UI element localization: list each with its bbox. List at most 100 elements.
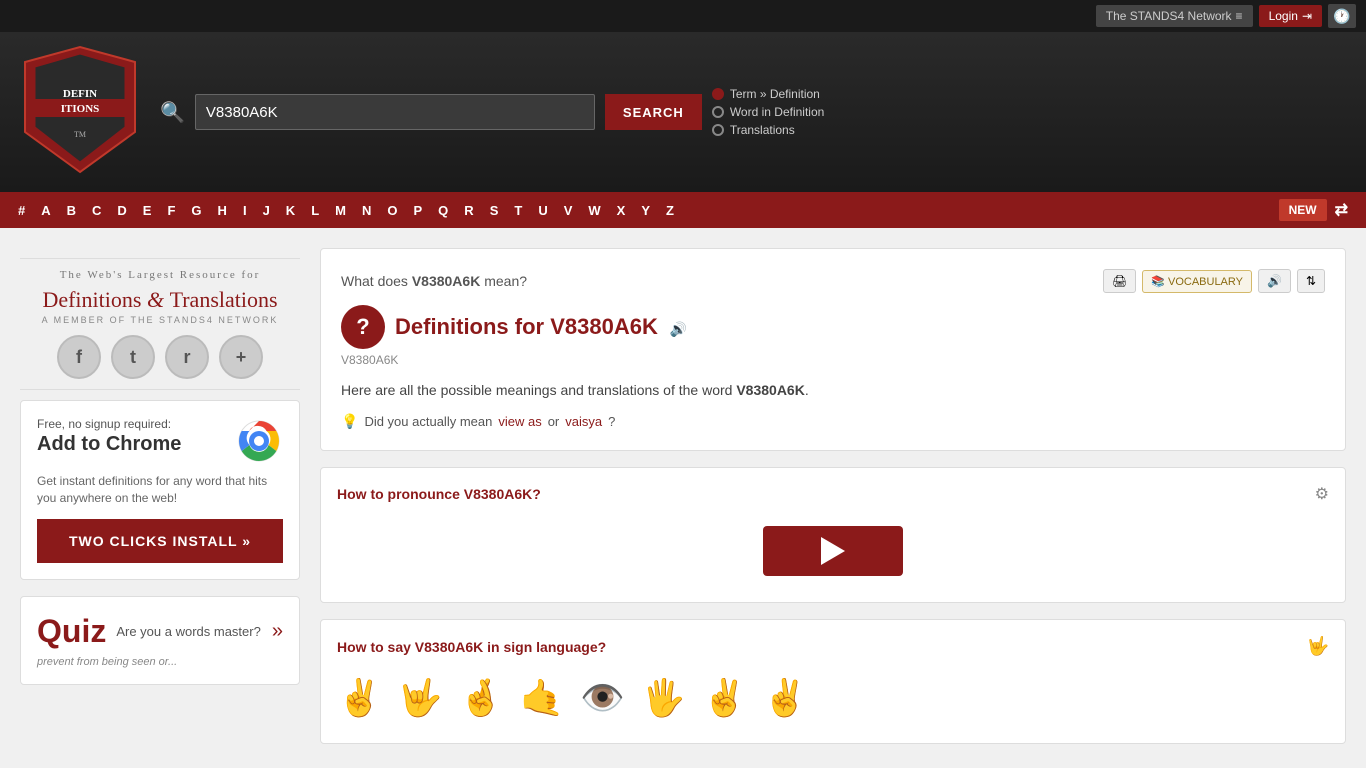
quiz-arrow-icon[interactable]: »: [272, 620, 283, 643]
sign-hand-4: 🤙: [519, 677, 564, 719]
nav-y[interactable]: Y: [633, 192, 658, 228]
translate-button[interactable]: ⇅: [1297, 269, 1325, 293]
radio-translations: [712, 124, 724, 136]
nav-v[interactable]: V: [556, 192, 581, 228]
pron-card-header: How to pronounce V8380A6K? ⚙: [337, 484, 1329, 504]
radio-term: [712, 88, 724, 100]
quiz-question: Are you a words master?: [116, 624, 262, 639]
nav-c[interactable]: C: [84, 192, 109, 228]
login-button[interactable]: Login ⇥: [1259, 5, 1322, 27]
sign-hand-7: ✌️: [702, 677, 747, 719]
rd-letter: r: [183, 347, 190, 368]
def-title-row: ? Definitions for V8380A6K 🔊: [341, 305, 1325, 349]
nav-new[interactable]: NEW: [1279, 199, 1327, 221]
nav-i[interactable]: I: [235, 192, 255, 228]
tw-letter: t: [130, 347, 136, 368]
nav-b[interactable]: B: [59, 192, 84, 228]
svg-text:ITIONS: ITIONS: [61, 103, 100, 115]
nav-r[interactable]: R: [456, 192, 481, 228]
search-button[interactable]: SEARCH: [605, 94, 702, 130]
search-area: 🔍 SEARCH Term » Definition Word in Defin…: [160, 87, 1346, 137]
nav-o[interactable]: O: [379, 192, 405, 228]
suggestion-qmark: ?: [608, 414, 615, 429]
chrome-logo-icon: [235, 417, 283, 465]
quiz-label: Quiz: [37, 613, 106, 650]
nav-w[interactable]: W: [580, 192, 608, 228]
chrome-card-desc: Get instant definitions for any word tha…: [37, 473, 283, 507]
search-option-translations[interactable]: Translations: [712, 123, 825, 137]
nav-d[interactable]: D: [109, 192, 134, 228]
reddit-icon[interactable]: r: [165, 335, 209, 379]
chrome-card-top: Free, no signup required: Add to Chrome: [37, 417, 283, 465]
sign-hand-5: 👁️: [580, 677, 625, 719]
search-option-word[interactable]: Word in Definition: [712, 105, 825, 119]
sign-hand-1: ✌️: [337, 677, 382, 719]
chrome-card: Free, no signup required: Add to Chrome …: [20, 400, 300, 580]
def-card-actions: 🖨 📚 VOCABULARY 🔊 ⇅: [1103, 269, 1325, 293]
nav-t[interactable]: T: [506, 192, 530, 228]
sign-hand-6: 🖐️: [641, 677, 686, 719]
nav-g[interactable]: G: [183, 192, 209, 228]
main: The Web's Largest Resource for Definitio…: [0, 228, 1366, 764]
pronunciation-card: How to pronounce V8380A6K? ⚙: [320, 467, 1346, 603]
nav-u[interactable]: U: [530, 192, 555, 228]
def-subtitle: V8380A6K: [341, 353, 1325, 367]
nav-k[interactable]: K: [278, 192, 303, 228]
play-button[interactable]: [763, 526, 903, 576]
audio-small-icon[interactable]: 🔊: [670, 321, 687, 337]
nav-h[interactable]: H: [210, 192, 235, 228]
search-option-translations-label: Translations: [730, 123, 795, 137]
def-card-header: What does V8380A6K mean? 🖨 📚 VOCABULARY …: [341, 269, 1325, 293]
fb-letter: f: [76, 347, 82, 368]
nav-m[interactable]: M: [327, 192, 354, 228]
quiz-card: Quiz Are you a words master? » prevent f…: [20, 596, 300, 685]
sign-language-icon: 🤟: [1307, 636, 1329, 657]
nav-shuffle[interactable]: ⇄: [1327, 192, 1356, 228]
search-option-term[interactable]: Term » Definition: [712, 87, 825, 101]
header: DEFIN ITIONS TM 🔍 SEARCH Term » Definiti…: [0, 32, 1366, 192]
chrome-free-label: Free, no signup required:: [37, 417, 181, 431]
network-button[interactable]: The STANDS4 Network ≡: [1096, 5, 1253, 27]
question-mark-icon: ?: [341, 305, 385, 349]
login-icon: ⇥: [1302, 9, 1312, 23]
nav-hash[interactable]: #: [10, 192, 33, 228]
gear-icon[interactable]: ⚙: [1315, 484, 1329, 504]
sidebar-title-defs: Definitions: [42, 287, 141, 312]
history-button[interactable]: 🕐: [1328, 4, 1356, 28]
twitter-icon[interactable]: t: [111, 335, 155, 379]
sign-hand-2: 🤟: [398, 677, 443, 719]
sidebar-title-amp: &: [147, 287, 170, 312]
facebook-icon[interactable]: f: [57, 335, 101, 379]
def-title: Definitions for V8380A6K: [395, 314, 658, 339]
play-btn-wrap: [337, 516, 1329, 586]
sign-card-header: How to say V8380A6K in sign language? 🤟: [337, 636, 1329, 657]
nav-e[interactable]: E: [135, 192, 160, 228]
two-clicks-install-button[interactable]: TWO CLICKS INSTALL »: [37, 519, 283, 563]
sidebar-subtitle: A MEMBER OF THE STANDS4 NETWORK: [20, 315, 300, 325]
def-desc-text: Here are all the possible meanings and t…: [341, 382, 736, 398]
nav-x[interactable]: X: [609, 192, 634, 228]
pron-card-title: How to pronounce V8380A6K?: [337, 486, 541, 502]
print-button[interactable]: 🖨: [1103, 269, 1136, 293]
lightbulb-icon: 💡: [341, 413, 358, 430]
nav-p[interactable]: P: [406, 192, 431, 228]
more-icon[interactable]: +: [219, 335, 263, 379]
nav-a[interactable]: A: [33, 192, 58, 228]
nav-j[interactable]: J: [255, 192, 278, 228]
search-option-word-label: Word in Definition: [730, 105, 825, 119]
vocabulary-button[interactable]: 📚 VOCABULARY: [1142, 270, 1252, 293]
radio-word: [712, 106, 724, 118]
audio-button[interactable]: 🔊: [1258, 269, 1291, 293]
nav-q[interactable]: Q: [430, 192, 456, 228]
nav-l[interactable]: L: [303, 192, 327, 228]
suggestion-or: or: [548, 414, 560, 429]
suggestion-link-view-as[interactable]: view as: [498, 414, 541, 429]
nav-f[interactable]: F: [159, 192, 183, 228]
nav-s[interactable]: S: [482, 192, 507, 228]
suggestion-text: Did you actually mean: [364, 414, 492, 429]
nav-n[interactable]: N: [354, 192, 379, 228]
nav-z[interactable]: Z: [658, 192, 682, 228]
sidebar: The Web's Largest Resource for Definitio…: [20, 248, 320, 744]
suggestion-link-vaisya[interactable]: vaisya: [565, 414, 602, 429]
search-input[interactable]: [195, 94, 595, 130]
